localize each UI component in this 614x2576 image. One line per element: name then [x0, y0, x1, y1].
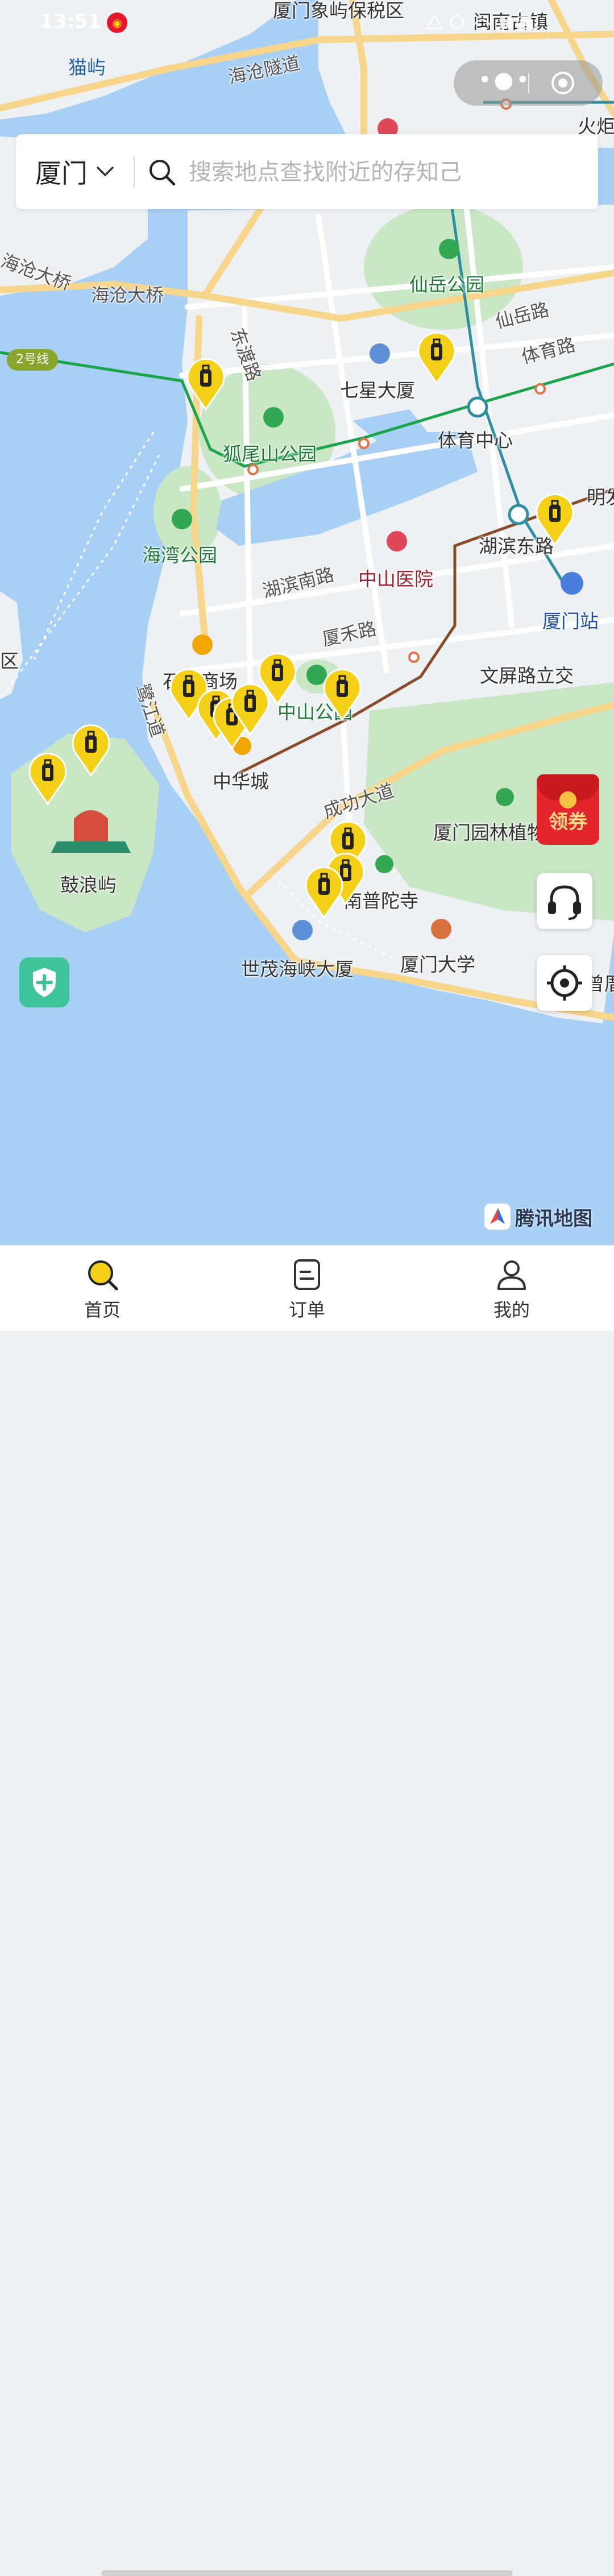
weibo-icon: ◉ — [107, 13, 127, 33]
miniprogram-capsule: •●• — [454, 60, 603, 106]
search-icon — [150, 160, 176, 186]
tab-profile-label: 我的 — [493, 1299, 530, 1321]
search-input[interactable] — [188, 155, 588, 190]
metro-line-badge: 2号线 — [7, 349, 58, 371]
tab-profile[interactable]: 我的 — [466, 1257, 557, 1325]
locate-me-button[interactable] — [537, 955, 592, 1011]
search-bar: 厦门 — [16, 134, 598, 209]
close-miniprogram-button[interactable] — [550, 70, 575, 96]
coupon-button[interactable]: 领券 — [537, 774, 599, 845]
map-label-qu: 区 — [0, 650, 19, 672]
map-attribution: 腾讯地图 — [483, 1201, 603, 1233]
tencent-map-logo-icon — [484, 1203, 511, 1230]
customer-service-button[interactable] — [537, 873, 592, 929]
capsule-divider — [528, 73, 529, 93]
profile-icon — [497, 1260, 526, 1290]
map-label-bay-park: 海湾公园 — [142, 544, 217, 566]
safety-shield-button[interactable] — [19, 957, 69, 1007]
map-label-sports-center: 体育中心 — [438, 429, 513, 451]
map-label-haicang-bridge-2: 海沧大桥 — [91, 284, 164, 306]
map-label-xianyue-park: 仙岳公园 — [409, 273, 484, 296]
storage-pin[interactable] — [257, 653, 298, 705]
map-label-shimao: 世茂海峡大厦 — [241, 958, 354, 980]
map-label-cat-island: 猫屿 — [68, 56, 106, 78]
map-label-qixing: 七星大厦 — [340, 379, 415, 401]
storage-pin[interactable] — [70, 724, 111, 777]
map-label-zhongshan-hospital: 中山医院 — [358, 568, 433, 590]
bottom-tab-bar: 首页 订单 我的 — [0, 1245, 614, 2576]
map-label-xmu: 厦门大学 — [400, 953, 475, 976]
storage-pin[interactable] — [27, 753, 68, 805]
map-label-huweishan-park: 狐尾山公园 — [223, 443, 317, 465]
status-time: 13:51 — [40, 10, 102, 33]
tab-home-label: 首页 — [84, 1299, 121, 1321]
map-label-zhonghua: 中华城 — [213, 770, 269, 793]
map-label-gulangyu: 鼓浪屿 — [60, 874, 117, 896]
status-bar: 13:51 ◉ — [0, 0, 614, 45]
tab-orders[interactable]: 订单 — [262, 1257, 352, 1325]
system-status-icons — [425, 14, 538, 30]
location-target-icon — [547, 965, 582, 1001]
shield-icon — [33, 968, 56, 997]
attribution-text: 腾讯地图 — [515, 1207, 592, 1230]
map-label-right-edge: 明发 — [587, 486, 614, 508]
storage-pin[interactable] — [416, 332, 457, 384]
tab-home[interactable]: 首页 — [57, 1257, 148, 1325]
chevron-down-icon — [97, 167, 114, 176]
search-divider — [134, 157, 135, 188]
map-label-wenping: 文屏路立交 — [480, 665, 574, 687]
storage-pin[interactable] — [304, 866, 345, 919]
more-menu-button[interactable]: •●• — [476, 69, 533, 94]
city-selector[interactable]: 厦门 — [35, 155, 115, 189]
headset-icon — [548, 885, 581, 920]
map-label-xiamen-station: 厦门站 — [542, 610, 599, 632]
city-name: 厦门 — [35, 158, 88, 189]
search-icon — [88, 1260, 118, 1291]
order-icon — [294, 1259, 320, 1290]
home-indicator — [101, 2570, 513, 2576]
storage-pin[interactable] — [185, 358, 226, 410]
coupon-label: 领券 — [549, 811, 587, 833]
storage-pin[interactable] — [322, 669, 363, 721]
storage-pin[interactable] — [534, 493, 575, 546]
tab-orders-label: 订单 — [288, 1299, 325, 1321]
